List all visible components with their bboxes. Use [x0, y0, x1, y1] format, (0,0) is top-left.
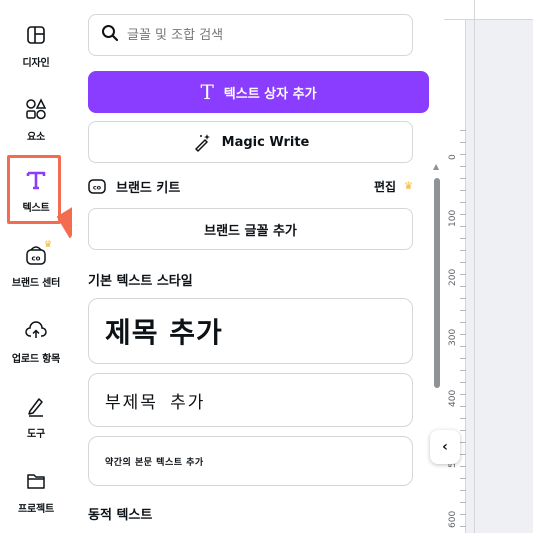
brand-kit-row: co 브랜드 키트 편집 ♛ — [88, 175, 413, 197]
ruler-tick — [460, 214, 466, 215]
collapse-panel-button[interactable]: ‹ — [430, 430, 460, 464]
ruler-tick — [460, 358, 466, 359]
ruler-mark: 0 — [448, 154, 458, 160]
dynamic-text-title: 동적 텍스트 — [88, 508, 153, 523]
add-textbox-button[interactable]: T 텍스트 상자 추가 — [88, 71, 429, 113]
magic-wand-icon — [192, 132, 212, 152]
pen-tool-icon — [23, 393, 49, 419]
rail-label-uploads: 업로드 항목 — [11, 354, 61, 365]
rail-item-uploads[interactable]: 업로드 항목 — [0, 318, 72, 365]
scroll-thumb[interactable] — [434, 178, 440, 388]
scroll-up-arrow-icon[interactable]: ▲ — [433, 162, 439, 171]
rail-label-tools: 도구 — [27, 429, 45, 440]
text-panel: T 텍스트 상자 추가 Magic Write co 브랜드 키트 편집 ♛ 브… — [72, 0, 444, 533]
rail-label-projects: 프로젝트 — [18, 504, 54, 515]
ruler-tick — [460, 490, 466, 491]
rail-label-design: 디자인 — [22, 58, 50, 69]
ruler-tick — [460, 418, 466, 419]
svg-text:co: co — [93, 184, 102, 192]
ruler-tick — [460, 382, 466, 383]
subheading-label: 부제목 추가 — [105, 392, 206, 413]
heading-label: 제목 추가 — [105, 316, 223, 349]
panel-scrollbar[interactable]: ▲ — [432, 162, 442, 533]
ruler-mark: 100 — [448, 209, 458, 227]
default-styles-title: 기본 텍스트 스타일 — [88, 274, 193, 289]
ruler-tick — [460, 394, 466, 395]
ruler-tick — [460, 322, 466, 323]
ruler-tick — [460, 298, 466, 299]
shapes-icon — [23, 96, 49, 122]
brand-kit-icon: co — [88, 177, 106, 195]
search-input[interactable] — [127, 27, 387, 43]
brand-kit-title: 브랜드 키트 — [116, 180, 181, 196]
ruler-tick — [460, 466, 466, 467]
crown-icon: ♛ — [44, 240, 53, 250]
add-textbox-label: 텍스트 상자 추가 — [223, 86, 317, 102]
body-text-label: 약간의 본문 텍스트 추가 — [105, 457, 204, 468]
rail-label-brand-hub: 브랜드 센터 — [11, 278, 61, 289]
ruler-mark: 200 — [448, 268, 458, 286]
ruler-mark: 300 — [448, 328, 458, 346]
ruler-tick — [460, 406, 466, 407]
ruler-tick — [460, 190, 466, 191]
add-heading-card[interactable]: 제목 추가 — [88, 298, 413, 364]
ruler-tick — [460, 202, 466, 203]
brand-edit-label: 편집 — [373, 179, 397, 194]
ruler-tick — [460, 334, 466, 335]
ruler-mark: 400 — [448, 389, 458, 407]
ruler-tick — [460, 130, 466, 131]
crown-icon: ♛ — [404, 180, 413, 192]
ruler-tick — [460, 262, 466, 263]
ruler-tick — [460, 178, 466, 179]
svg-text:co: co — [32, 255, 41, 263]
ruler-tick — [460, 274, 466, 275]
rail-label-elements: 요소 — [27, 132, 45, 143]
ruler-tick — [460, 346, 466, 347]
ruler-mark: 600 — [448, 510, 458, 528]
ruler-tick — [460, 238, 466, 239]
text-T-icon: T — [200, 80, 214, 104]
ruler-tick — [460, 502, 466, 503]
add-brand-font-label: 브랜드 글꼴 추가 — [204, 223, 297, 239]
canvas-guide-line — [474, 0, 475, 533]
ruler-tick — [460, 310, 466, 311]
ruler-tick — [460, 370, 466, 371]
ruler-tick — [460, 250, 466, 251]
magic-write-label: Magic Write — [221, 134, 310, 150]
rail-item-elements[interactable]: 요소 — [0, 96, 72, 143]
ruler-tick — [460, 142, 466, 143]
ruler-top — [444, 0, 533, 20]
search-box[interactable] — [88, 14, 413, 56]
ruler-tick — [460, 442, 466, 443]
ruler-tick — [460, 166, 466, 167]
add-brand-font-button[interactable]: 브랜드 글꼴 추가 — [88, 208, 413, 250]
brand-edit-button[interactable]: 편집 ♛ — [374, 178, 413, 195]
cloud-upload-icon — [23, 318, 49, 344]
ruler-tick — [460, 478, 466, 479]
add-subheading-card[interactable]: 부제목 추가 — [88, 373, 413, 427]
chevron-left-icon: ‹ — [442, 439, 448, 455]
ruler-tick — [460, 286, 466, 287]
add-body-text-card[interactable]: 약간의 본문 텍스트 추가 — [88, 436, 413, 486]
ruler-tick — [460, 514, 466, 515]
rail-item-tools[interactable]: 도구 — [0, 393, 72, 440]
ruler-tick — [460, 526, 466, 527]
highlight-box — [7, 155, 61, 224]
folder-icon — [23, 468, 49, 494]
rail-item-projects[interactable]: 프로젝트 — [0, 468, 72, 515]
layout-icon — [23, 22, 49, 48]
ruler-tick — [460, 454, 466, 455]
ruler-tick — [460, 154, 466, 155]
search-icon — [101, 24, 119, 46]
rail-item-design[interactable]: 디자인 — [0, 22, 72, 69]
ruler-tick — [460, 430, 466, 431]
ruler-tick — [460, 226, 466, 227]
magic-write-button[interactable]: Magic Write — [88, 121, 413, 163]
left-rail: 디자인 요소 텍스트 co ♛ 브랜드 센터 업로드 항목 도구 프로젝트 — [0, 0, 72, 533]
